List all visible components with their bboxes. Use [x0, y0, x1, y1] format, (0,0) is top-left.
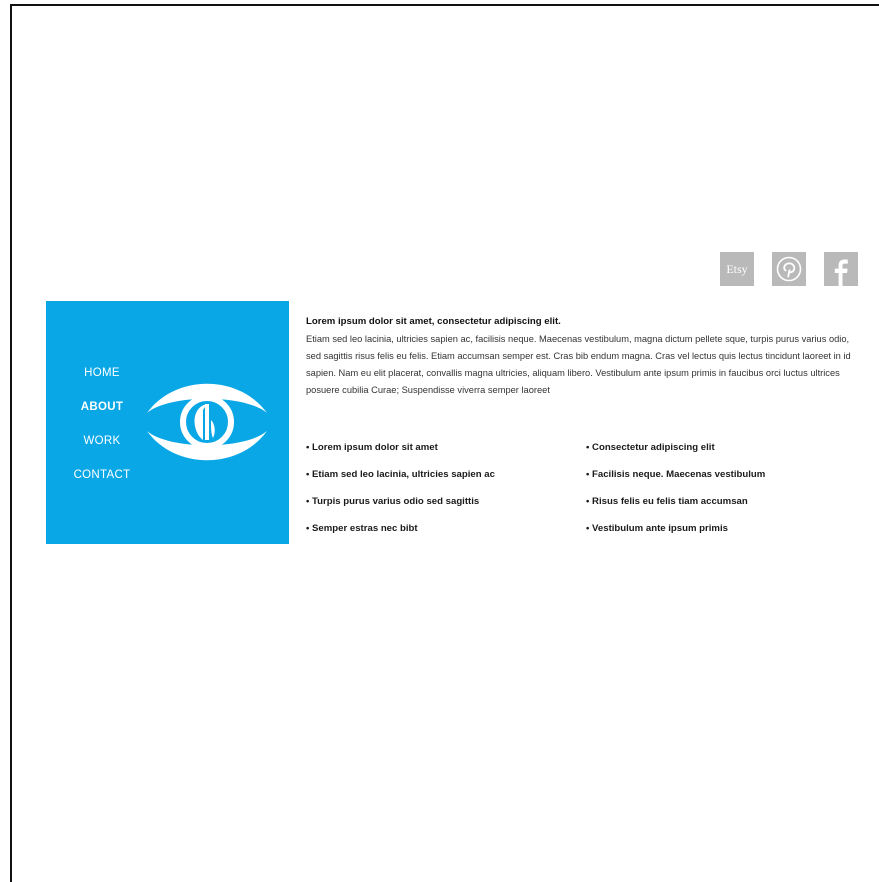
- bullet-right-3: • Risus felis eu felis tiam accumsan: [586, 496, 748, 507]
- about-content: Lorem ipsum dolor sit amet, consectetur …: [306, 316, 858, 534]
- intro-body: Etiam sed leo lacinia, ultricies sapien …: [306, 334, 851, 395]
- nav-item-work[interactable]: WORK: [46, 435, 158, 447]
- pinterest-icon[interactable]: [772, 252, 806, 286]
- pinterest-glyph: [776, 256, 802, 282]
- bullet-right-4: • Vestibulum ante ipsum primis: [586, 523, 728, 534]
- bullet-right-1: • Consectetur adipiscing elit: [586, 442, 715, 453]
- facebook-icon[interactable]: [824, 252, 858, 286]
- facebook-glyph: [834, 259, 848, 286]
- bullet-left-1: • Lorem ipsum dolor sit amet: [306, 442, 438, 453]
- eye-logo-icon: [147, 383, 267, 461]
- bullet-left-4: • Semper estras nec bibt: [306, 523, 418, 534]
- etsy-label: Etsy: [726, 261, 748, 276]
- bullet-left-3: • Turpis purus varius odio sed sagittis: [306, 496, 480, 507]
- social-links: Etsy: [720, 252, 860, 286]
- nav-item-contact[interactable]: CONTACT: [46, 469, 158, 481]
- nav-item-about[interactable]: ABOUT: [46, 401, 158, 413]
- bullet-left-2: • Etiam sed leo lacinia, ultricies sapie…: [306, 469, 495, 480]
- bullet-right-2: • Facilisis neque. Maecenas vestibulum: [586, 469, 766, 480]
- etsy-icon[interactable]: Etsy: [720, 252, 754, 286]
- nav-item-home[interactable]: HOME: [46, 367, 158, 379]
- sidebar-panel: HOME ABOUT WORK CONTACT: [46, 301, 289, 544]
- intro-title: Lorem ipsum dolor sit amet, consectetur …: [306, 316, 561, 327]
